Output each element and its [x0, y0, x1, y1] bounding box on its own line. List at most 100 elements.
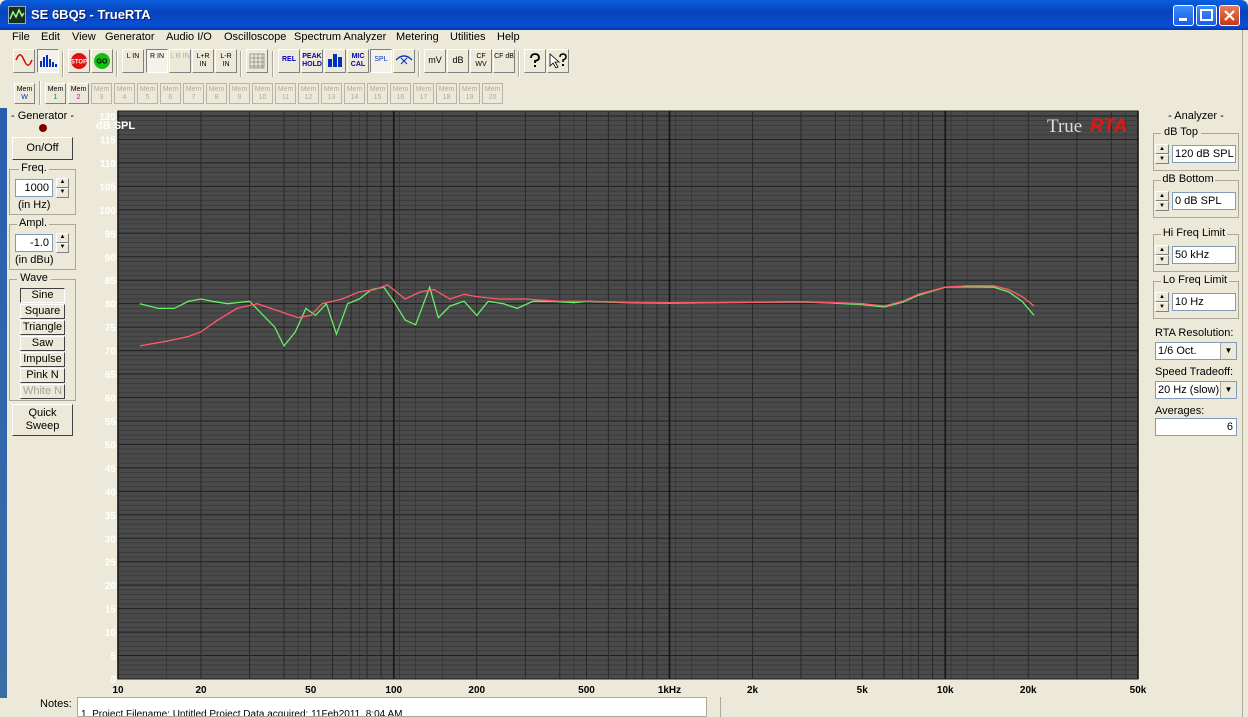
memory-14-button[interactable]: Mem 14: [344, 83, 365, 104]
memory-19-button[interactable]: Mem 19: [459, 83, 480, 104]
hi-freq-up-button[interactable]: ▲: [1155, 245, 1169, 255]
x-tick-label: 50: [305, 685, 317, 696]
lo-freq-input[interactable]: 10 Hz: [1172, 293, 1236, 311]
freq-label: Freq.: [19, 162, 49, 174]
memory-12-button[interactable]: Mem 12: [298, 83, 319, 104]
db-bottom-down-button[interactable]: ▼: [1155, 201, 1169, 211]
memory-7-button[interactable]: Mem 7: [183, 83, 204, 104]
minimize-button[interactable]: [1173, 5, 1194, 26]
menu-file[interactable]: File: [12, 31, 30, 43]
memory-prefix: Mem: [70, 86, 87, 93]
memory-9-button[interactable]: Mem 9: [229, 83, 250, 104]
average-bars-button[interactable]: [324, 49, 346, 73]
context-help-button[interactable]: [547, 49, 569, 73]
memory-5-button[interactable]: Mem 5: [137, 83, 158, 104]
speed-tradeoff-select[interactable]: 20 Hz (slow) ▼: [1155, 381, 1237, 399]
spectrum-chart[interactable]: 0 5 10 15 20 25 30 35 40 45 50 55 60 65 70 75 80 85 90 95 10…: [77, 109, 1150, 697]
memory-prefix: Mem: [369, 86, 386, 93]
lr-input-button[interactable]: L R IN: [169, 49, 191, 73]
memory-6-button[interactable]: Mem 6: [160, 83, 181, 104]
wave-pink-noise-button[interactable]: Pink N: [20, 368, 65, 383]
spectrum-view-button[interactable]: [37, 49, 59, 73]
maximize-button[interactable]: [1196, 5, 1217, 26]
help-button[interactable]: [524, 49, 546, 73]
wave-white-noise-button[interactable]: White N: [20, 384, 65, 399]
ampl-up-button[interactable]: ▲: [56, 233, 69, 243]
quick-sweep-button[interactable]: Quick Sweep: [12, 404, 73, 436]
mic-cal-button[interactable]: MIC CAL: [347, 49, 369, 73]
l-plus-r-input-button[interactable]: L+R IN: [192, 49, 214, 73]
chevron-down-icon[interactable]: ▼: [1220, 382, 1236, 398]
db-bottom-up-button[interactable]: ▲: [1155, 191, 1169, 201]
spl-button[interactable]: SPL: [370, 49, 392, 73]
db-top-input[interactable]: 120 dB SPL: [1172, 145, 1236, 163]
memory-10-button[interactable]: Mem 10: [252, 83, 273, 104]
y-tick-label: 60: [105, 394, 117, 405]
cf-db-button[interactable]: CF dB: [493, 49, 515, 73]
freq-up-button[interactable]: ▲: [56, 178, 69, 188]
lo-freq-down-button[interactable]: ▼: [1155, 302, 1169, 312]
menu-spectrum-analyzer[interactable]: Spectrum Analyzer: [294, 31, 386, 43]
l-minus-r-input-button[interactable]: L-R IN: [215, 49, 237, 73]
memory-w-button[interactable]: Mem W: [14, 83, 35, 104]
freq-down-button[interactable]: ▼: [56, 188, 69, 198]
memory-8-button[interactable]: Mem 8: [206, 83, 227, 104]
memory-1-button[interactable]: Mem 1: [45, 83, 66, 104]
wave-sine-button[interactable]: Sine: [20, 288, 65, 303]
wave-square-button[interactable]: Square: [20, 304, 65, 319]
freq-input[interactable]: 1000: [15, 179, 53, 197]
memory-11-button[interactable]: Mem 11: [275, 83, 296, 104]
memory-prefix: Mem: [277, 86, 294, 93]
memory-4-button[interactable]: Mem 4: [114, 83, 135, 104]
db-top-up-button[interactable]: ▲: [1155, 144, 1169, 154]
memory-3-button[interactable]: Mem 3: [91, 83, 112, 104]
menu-metering[interactable]: Metering: [396, 31, 439, 43]
ampl-input[interactable]: -1.0: [15, 234, 53, 252]
mv-button[interactable]: mV: [424, 49, 446, 73]
lo-freq-up-button[interactable]: ▲: [1155, 292, 1169, 302]
hi-freq-input[interactable]: 50 kHz: [1172, 246, 1236, 264]
hi-freq-down-button[interactable]: ▼: [1155, 255, 1169, 265]
memory-16-button[interactable]: Mem 16: [390, 83, 411, 104]
oscilloscope-view-button[interactable]: [13, 49, 35, 73]
weighting-button[interactable]: [393, 49, 415, 73]
close-button[interactable]: [1219, 5, 1240, 26]
stop-button[interactable]: STOP: [68, 49, 90, 73]
memory-20-button[interactable]: Mem 20: [482, 83, 503, 104]
menu-edit[interactable]: Edit: [41, 31, 60, 43]
wave-triangle-button[interactable]: Triangle: [20, 320, 65, 335]
cf-wv-button[interactable]: CF WV: [470, 49, 492, 73]
right-input-button[interactable]: R IN: [146, 49, 168, 73]
menu-view[interactable]: View: [72, 31, 96, 43]
notes-textbox[interactable]: 1. Project Filename: Untitled Project Da…: [77, 697, 707, 717]
go-button[interactable]: GO: [91, 49, 113, 73]
memory-13-button[interactable]: Mem 13: [321, 83, 342, 104]
wave-saw-button[interactable]: Saw: [20, 336, 65, 351]
memory-17-button[interactable]: Mem 17: [413, 83, 434, 104]
left-input-button[interactable]: L IN: [122, 49, 144, 73]
menu-audio-io[interactable]: Audio I/O: [166, 31, 212, 43]
menu-oscilloscope[interactable]: Oscilloscope: [224, 31, 286, 43]
peak-hold-button[interactable]: PEAK HOLD: [301, 49, 323, 73]
memory-18-button[interactable]: Mem 18: [436, 83, 457, 104]
menu-help[interactable]: Help: [497, 31, 520, 43]
ampl-down-button[interactable]: ▼: [56, 243, 69, 253]
db-bottom-input[interactable]: 0 dB SPL: [1172, 192, 1236, 210]
memory-prefix: Mem: [346, 86, 363, 93]
generator-on-off-button[interactable]: On/Off: [12, 137, 73, 160]
memory-2-button[interactable]: Mem 2: [68, 83, 89, 104]
wave-impulse-button[interactable]: Impulse: [20, 352, 65, 367]
relative-button[interactable]: REL: [278, 49, 300, 73]
menu-utilities[interactable]: Utilities: [450, 31, 485, 43]
grid-button[interactable]: [246, 49, 268, 73]
memory-15-button[interactable]: Mem 15: [367, 83, 388, 104]
rta-resolution-select[interactable]: 1/6 Oct. ▼: [1155, 342, 1237, 360]
spectrum-chart-svg[interactable]: 0510152025303540455055606570758085909510…: [77, 109, 1150, 697]
averages-input[interactable]: 6: [1155, 418, 1237, 436]
sine-wave-icon: [15, 54, 33, 66]
db-top-down-button[interactable]: ▼: [1155, 154, 1169, 164]
title-bar[interactable]: SE 6BQ5 - TrueRTA: [0, 0, 1248, 30]
chevron-down-icon[interactable]: ▼: [1220, 343, 1236, 359]
menu-generator[interactable]: Generator: [105, 31, 155, 43]
db-button[interactable]: dB: [447, 49, 469, 73]
